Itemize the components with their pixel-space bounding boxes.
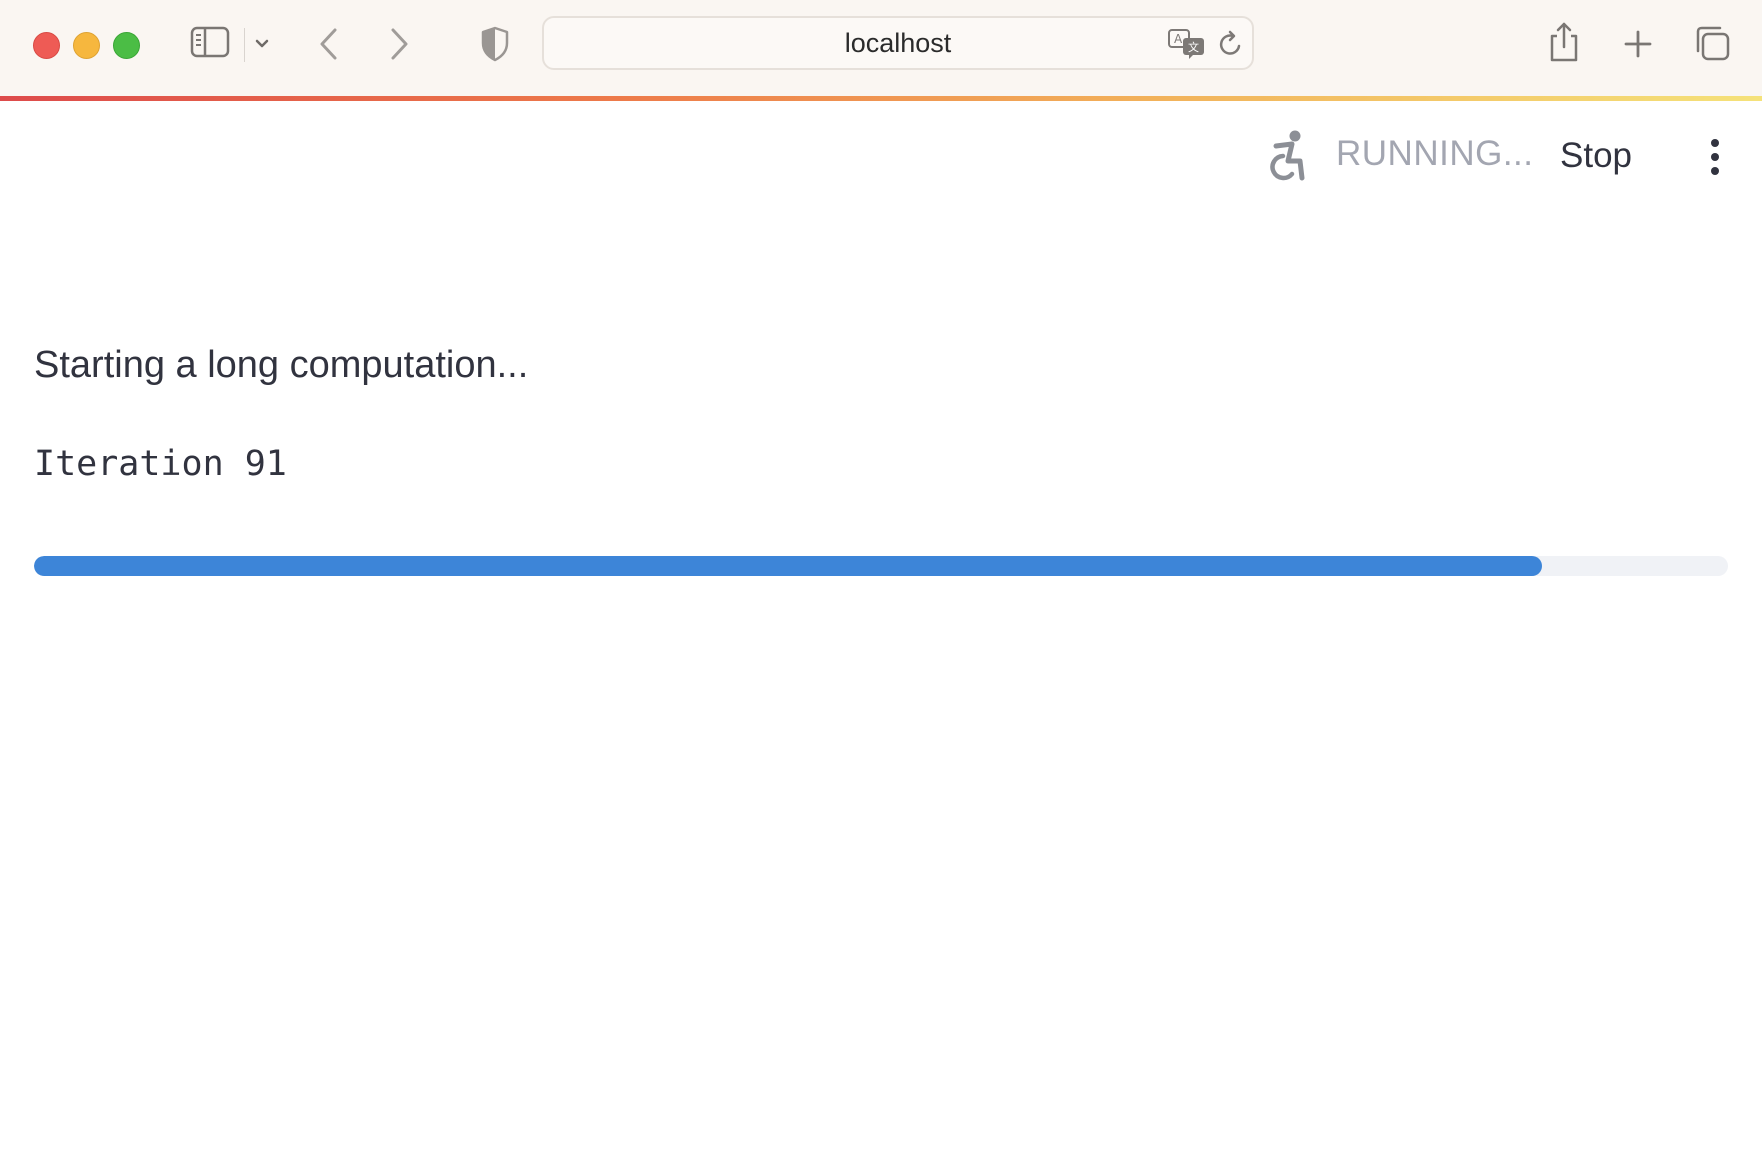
address-bar[interactable]: localhost xyxy=(542,16,1254,70)
svg-text:A: A xyxy=(1174,32,1183,46)
shield-icon[interactable] xyxy=(478,24,512,64)
maximize-window-button[interactable] xyxy=(113,32,140,59)
close-window-button[interactable] xyxy=(33,32,60,59)
address-text: localhost xyxy=(844,27,952,58)
progress-bar-fill xyxy=(34,556,1542,576)
computation-message: Starting a long computation... xyxy=(34,344,529,386)
app-header-decoration xyxy=(0,96,1762,101)
browser-window: localhost A 文 RUNNING... Stop Starting a… xyxy=(0,0,1762,1154)
browser-toolbar: localhost A 文 xyxy=(0,0,1762,96)
toolbar-divider xyxy=(244,28,245,62)
status-running-text: RUNNING... xyxy=(1336,134,1534,173)
reload-icon[interactable] xyxy=(1216,28,1246,60)
sidebar-icon[interactable] xyxy=(188,24,232,60)
running-person-icon xyxy=(1262,128,1312,186)
back-arrow-icon[interactable] xyxy=(314,24,344,64)
translate-icon[interactable]: A 文 xyxy=(1166,26,1208,62)
stop-button[interactable]: Stop xyxy=(1548,130,1640,182)
svg-text:文: 文 xyxy=(1188,40,1199,54)
share-icon[interactable] xyxy=(1546,20,1582,64)
progress-bar xyxy=(34,556,1728,576)
chevron-down-icon[interactable] xyxy=(250,32,274,56)
kebab-menu-icon[interactable] xyxy=(1700,132,1730,182)
tab-overview-icon[interactable] xyxy=(1692,22,1732,64)
forward-arrow-icon[interactable] xyxy=(384,24,414,64)
plus-icon[interactable] xyxy=(1620,24,1656,64)
iteration-counter: Iteration 91 xyxy=(34,444,287,484)
minimize-window-button[interactable] xyxy=(73,32,100,59)
